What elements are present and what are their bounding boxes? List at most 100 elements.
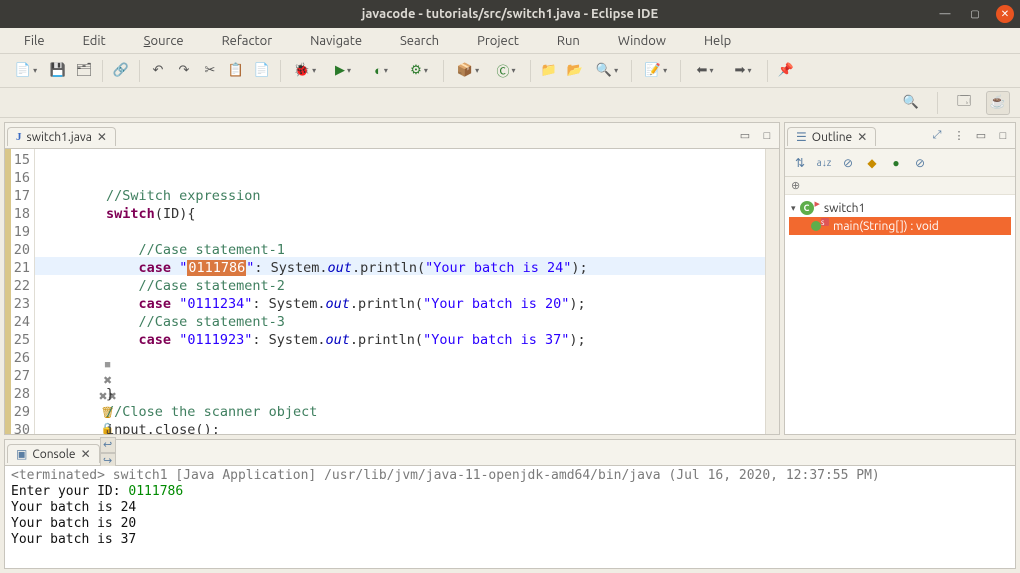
search-button[interactable]: 🔍 [589, 59, 625, 83]
external-tools-button[interactable]: ⚙ [401, 59, 437, 83]
outline-package-row: ⊕ [785, 177, 1015, 195]
window-close-button[interactable] [996, 5, 1014, 23]
code-line[interactable]: } [41, 385, 765, 403]
editor-minimize-button[interactable]: ▭ [737, 128, 753, 144]
save-all-button[interactable]: 🗂 [72, 59, 96, 83]
outline-minimize-button[interactable]: ▭ [973, 128, 989, 144]
editor-pane: J switch1.java ✕ ▭ □ 1516171819202122232… [4, 122, 780, 435]
outline-az-button[interactable]: a↓z [815, 154, 833, 172]
editor-tab-label: switch1.java [27, 131, 92, 144]
back-button[interactable]: ⬅ [687, 59, 723, 83]
code-line[interactable]: //Case statement-3 [41, 313, 765, 331]
redo-button[interactable]: ↷ [172, 59, 196, 83]
code-line[interactable]: //Case statement-2 [41, 277, 765, 295]
outline-method-node[interactable]: s main(String[]) : void [789, 217, 1011, 235]
editor-tab-switch1[interactable]: J switch1.java ✕ [7, 127, 116, 146]
menu-project[interactable]: Project [461, 32, 535, 50]
code-line[interactable]: case "0111234": System.out.println("Your… [41, 295, 765, 313]
java-perspective-button[interactable]: ☕ [986, 91, 1010, 115]
class-icon: C [800, 201, 814, 215]
code-area[interactable]: //Switch expression switch(ID){ //Case s… [35, 149, 765, 434]
menu-edit[interactable]: Edit [67, 32, 122, 50]
console-status-line: <terminated> switch1 [Java Application] … [11, 468, 1009, 484]
console-line: Your batch is 37 [11, 532, 1009, 548]
forward-button[interactable]: ➡ [725, 59, 761, 83]
outline-menu-button[interactable]: ⋮ [951, 128, 967, 144]
console-word-wrap-button[interactable]: ↩ [100, 437, 116, 453]
menu-refactor[interactable]: Refactor [206, 32, 289, 50]
menu-search[interactable]: Search [384, 32, 455, 50]
undo-button[interactable]: ↶ [146, 59, 170, 83]
line-number-gutter: 15161718192021222324252627282930 [5, 149, 35, 434]
main-toolbar: 📄 💾 🗂 🔗 ↶ ↷ ✂ 📋 📄 🐞 ▶ ◐ ⚙ 📦 Ⓒ 📁 📂 🔍 📝 ⬅ … [0, 54, 1020, 88]
console-line: Your batch is 24 [11, 500, 1009, 516]
run-button[interactable]: ▶ [325, 59, 361, 83]
code-line[interactable]: case "0111923": System.out.println("Your… [41, 331, 765, 349]
outline-tree[interactable]: ▾ C ▶ switch1 s main(String[]) : void [785, 195, 1015, 434]
editor-body[interactable]: 15161718192021222324252627282930 //Switc… [5, 149, 779, 434]
annotations-button[interactable]: 📝 [638, 59, 674, 83]
outline-hide-nonpublic-button[interactable]: ● [887, 154, 905, 172]
outline-method-label: main(String[]) : void [833, 220, 939, 233]
code-line[interactable] [41, 151, 765, 169]
outline-hide-local-button[interactable]: ⊘ [911, 154, 929, 172]
new-package-button[interactable]: 📦 [450, 59, 486, 83]
outline-sort-button[interactable]: ⇅ [791, 154, 809, 172]
console-line: Your batch is 20 [11, 516, 1009, 532]
pin-button[interactable]: 📌 [774, 59, 798, 83]
editor-maximize-button[interactable]: □ [759, 128, 775, 144]
menu-window[interactable]: Window [602, 32, 682, 50]
editor-scrollbar[interactable] [765, 149, 779, 434]
cut-button[interactable]: ✂ [198, 59, 222, 83]
editor-tabbar: J switch1.java ✕ ▭ □ [5, 123, 779, 149]
code-line[interactable] [41, 169, 765, 187]
quick-access-button[interactable]: 🔍 [899, 91, 923, 115]
console-tab-close-button[interactable]: ✕ [81, 447, 91, 461]
console-output[interactable]: <terminated> switch1 [Java Application] … [5, 466, 1015, 568]
menubar: File Edit Source Refactor Navigate Searc… [0, 28, 1020, 54]
outline-maximize-button[interactable]: □ [995, 128, 1011, 144]
link-button[interactable]: 🔗 [109, 59, 133, 83]
code-line[interactable]: input.close(); [41, 421, 765, 434]
code-line[interactable]: //Switch expression [41, 187, 765, 205]
outline-class-node[interactable]: ▾ C ▶ switch1 [789, 199, 1011, 217]
outline-tab[interactable]: ☰ Outline ✕ [787, 127, 876, 146]
outline-hide-static-button[interactable]: ◆ [863, 154, 881, 172]
outline-hide-fields-button[interactable]: ⊘ [839, 154, 857, 172]
sub-toolbar: 🔍 🗔 ☕ [0, 88, 1020, 118]
console-tab[interactable]: ▣ Console ✕ [7, 444, 100, 463]
window-maximize-button[interactable] [966, 5, 984, 23]
paste-button[interactable]: 📄 [250, 59, 274, 83]
save-button[interactable]: 💾 [46, 59, 70, 83]
code-line[interactable] [41, 349, 765, 367]
debug-button[interactable]: 🐞 [287, 59, 323, 83]
console-tab-label: Console [32, 448, 75, 461]
window-minimize-button[interactable] [936, 5, 954, 23]
open-perspective-button[interactable]: 🗔 [952, 91, 976, 115]
tree-expand-icon[interactable]: ▾ [791, 203, 796, 214]
code-line[interactable]: case "0111786": System.out.println("Your… [41, 259, 765, 277]
menu-source[interactable]: Source [128, 32, 200, 50]
outline-tab-close-button[interactable]: ✕ [857, 130, 867, 144]
new-button[interactable]: 📄 [8, 59, 44, 83]
coverage-button[interactable]: ◐ [363, 59, 399, 83]
window-title: javacode - tutorials/src/switch1.java - … [362, 7, 658, 21]
menu-navigate[interactable]: Navigate [294, 32, 378, 50]
code-line[interactable]: //Close the scanner object [41, 403, 765, 421]
code-line[interactable]: switch(ID){ [41, 205, 765, 223]
editor-tab-close-button[interactable]: ✕ [97, 130, 107, 144]
menu-run[interactable]: Run [541, 32, 596, 50]
menu-help[interactable]: Help [688, 32, 747, 50]
code-line[interactable]: //Case statement-1 [41, 241, 765, 259]
copy-button[interactable]: 📋 [224, 59, 248, 83]
static-marker-icon: s [821, 218, 829, 226]
code-line[interactable] [41, 223, 765, 241]
outline-pane: ☰ Outline ✕ ⤢ ⋮ ▭ □ ⇅ a↓z ⊘ ◆ ● ⊘ ⊕ ▾ C [784, 122, 1016, 435]
open-task-button[interactable]: 📂 [563, 59, 587, 83]
console-tabbar: ▣ Console ✕ ■ ✖ ✖✖ 🗑 🔒 ↩ ↪ 📌 ▾ ▾ ▭ □ [5, 440, 1015, 466]
code-line[interactable] [41, 367, 765, 385]
new-type-button[interactable]: Ⓒ [488, 59, 524, 83]
menu-file[interactable]: File [8, 32, 61, 50]
open-type-button[interactable]: 📁 [537, 59, 561, 83]
outline-focus-button[interactable]: ⤢ [929, 128, 945, 144]
